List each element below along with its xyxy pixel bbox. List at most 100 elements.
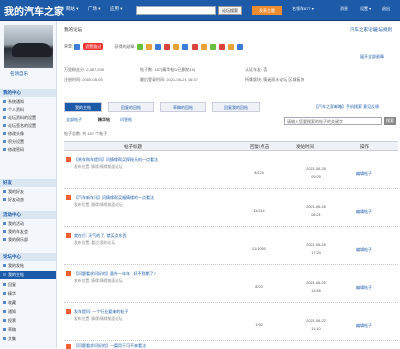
post-forum[interactable]: 发布位置: 情缘/情缘前面论坛 [74, 203, 123, 208]
post-search-button[interactable]: 搜索 [384, 117, 396, 125]
sidebar-item[interactable]: 我的活动 [3, 221, 24, 227]
all-medals-link[interactable]: 展开全部勋章 [360, 54, 384, 60]
post-title-link[interactable]: 【问题看求问好的】一篇用于可不来看法 [74, 343, 146, 349]
group-icon [3, 230, 6, 234]
sidebar-item-active[interactable]: 我的主帖 [0, 271, 56, 279]
post-forum[interactable]: 发布位置: 情缘/情缘前面论坛 [74, 279, 123, 284]
filter-qa[interactable]: 问答帖 [120, 117, 132, 123]
top-bar: 我的汽车之家 网站 ▾ 广场 ▾ 应用 ▾ 论坛搜索 发表主题 名领车677 ▾… [0, 0, 400, 21]
medal-icon[interactable] [218, 43, 225, 50]
forum-rules-link[interactable]: 论坛规则 [374, 27, 392, 33]
car-image [12, 43, 52, 57]
post-forum[interactable]: 发布位置: 看过/我的论坛 [74, 241, 115, 246]
medal-icon[interactable] [155, 43, 161, 50]
mailbox-feedback-links[interactable]: 【汽车之家邮箱】手机搜索 意见反馈 [314, 104, 379, 110]
nav-site[interactable]: 网站 ▾ [66, 6, 79, 12]
medal-icon[interactable] [145, 43, 152, 50]
bookmark-icon [3, 301, 6, 305]
forum-home-link[interactable]: 汽车之家论坛 [350, 27, 377, 33]
medal-icon[interactable] [228, 43, 234, 50]
medal-icon[interactable] [164, 43, 171, 50]
tab-my-posts[interactable]: 我的主帖 [64, 102, 102, 112]
sidebar-username[interactable]: 名领自乐 [10, 71, 28, 77]
filter-all[interactable]: 全部帖子 [66, 117, 82, 123]
medal-badge[interactable]: 武警路过 [83, 43, 104, 50]
info-row-1c: 认证车友: 否 [245, 67, 268, 72]
post-count: 帖子总数: 共 187 个帖子 [64, 131, 108, 136]
sidebar-item[interactable]: 投票 [3, 318, 16, 324]
sidebar-item[interactable]: 系统通知 [3, 99, 24, 105]
medal-icon[interactable] [200, 43, 207, 50]
medal-icon[interactable] [237, 43, 244, 50]
sidebar-item[interactable]: 草稿 [3, 327, 16, 333]
tab-drafts[interactable]: 草稿的回帖 [160, 102, 206, 112]
medal-icon[interactable] [191, 43, 198, 50]
sidebar-item[interactable]: 回复 [3, 282, 16, 288]
settings-menu[interactable]: 设置 ▾ [360, 6, 371, 12]
sidebar-item[interactable]: 我的好友 [3, 189, 24, 195]
user-menu[interactable]: 名领车677 ▾ [292, 6, 314, 12]
logout-link[interactable]: 退出 [382, 6, 390, 12]
sidebar-section-friends: 好友 [0, 179, 56, 187]
book-icon [3, 337, 6, 341]
medal-icon[interactable] [209, 43, 216, 50]
sidebar-item[interactable]: 文集 [3, 336, 16, 342]
sidebar-item[interactable]: 个人资料 [3, 107, 24, 113]
sidebar-item[interactable]: 论坛签名的设置 [3, 123, 36, 129]
medal-icon[interactable] [182, 43, 189, 50]
edit-post-button[interactable]: 编辑帖子 [356, 323, 372, 329]
post-title-link[interactable]: 发车提问: 一个行业要来的帖子 [74, 309, 128, 315]
sidebar-item[interactable]: 通知 [3, 309, 16, 315]
sidebar-item[interactable]: 我的俱乐部 [3, 237, 28, 243]
post-forum[interactable]: 发布位置: 情缘/情缘前面论坛 [74, 317, 123, 322]
info-row-2c: 所属版块: 情迷丽水论坛 区域板块 [245, 77, 305, 82]
edit-post-button[interactable]: 编辑帖子 [356, 285, 372, 291]
post-icon [66, 271, 71, 276]
post-title-link[interactable]: 【汽车新车讯】问情缘帮买福情缘的一点看法 [74, 195, 154, 201]
table-row: 【汽车新车讯】问情缘帮买福情缘的一点看法 发布位置: 情缘/情缘前面论坛 11/… [64, 189, 398, 227]
bell-icon [3, 310, 6, 314]
post-icon [3, 273, 6, 277]
post-icon [66, 233, 71, 238]
post-search-input[interactable]: 请输入您要搜索的帖子的关键字 [284, 117, 382, 125]
medal-icon[interactable] [136, 43, 143, 50]
edit-post-button[interactable]: 编辑帖子 [356, 171, 372, 177]
sidebar-item[interactable]: 我的车友会 [3, 229, 28, 235]
post-forum[interactable]: 发布位置: 情缘/情缘前面论坛 [74, 165, 123, 170]
feed-icon [3, 198, 6, 202]
edit-post-button[interactable]: 编辑帖子 [356, 247, 372, 253]
header-search-input[interactable] [136, 6, 216, 15]
sidebar: 名领自乐 我的中心 系统通知 个人资料 论坛资料的设置 论坛签名的设置 修改头像… [0, 21, 57, 348]
post-title-link[interactable]: 【贵车购车提问】问情缘帮买探秘天的一点看法 [74, 157, 158, 163]
tab-replies[interactable]: 回复的回帖 [108, 102, 154, 112]
vote-icon [3, 319, 6, 323]
messages-link[interactable]: 消息 [340, 6, 348, 12]
sidebar-item[interactable]: 我的发帖 [3, 263, 24, 269]
lock-icon [3, 148, 6, 152]
site-logo[interactable]: 我的汽车之家 [4, 3, 64, 18]
sidebar-item[interactable]: 修改密码 [3, 147, 24, 153]
avatar[interactable] [4, 25, 53, 68]
sidebar-item[interactable]: 收藏 [3, 300, 16, 306]
post-topic-button[interactable]: 发表主题 [252, 6, 282, 15]
nav-square[interactable]: 广场 ▾ [88, 6, 101, 12]
nav-apps[interactable]: 应用 ▾ [110, 6, 123, 12]
sidebar-item[interactable]: 好友动态 [3, 197, 24, 203]
sidebar-item[interactable]: 修改头像 [3, 131, 24, 137]
post-title-link[interactable]: 【问题看求问好的】意外一年年 · 好不到期了? [74, 271, 156, 277]
post-icon [66, 157, 71, 162]
sidebar-item[interactable]: 积分设置 [3, 139, 24, 145]
tab-replies-to-me[interactable]: 回复我的回帖 [212, 102, 260, 112]
sidebar-item[interactable]: 精华 [3, 291, 16, 297]
medal-icon[interactable] [173, 43, 180, 50]
user-icon [3, 108, 6, 112]
forum-search-button[interactable]: 论坛搜索 [218, 6, 242, 15]
club-icon [3, 238, 6, 242]
post-title-link[interactable]: 就在打: 天气的了, 就买点东西 [74, 233, 126, 239]
image-icon [3, 132, 6, 136]
filter-featured[interactable]: 精华帖 [98, 117, 110, 123]
table-row: 发车提问: 一个行业要来的帖子 发布位置: 情缘/情缘前面论坛 1/90 202… [64, 303, 398, 341]
settings-icon [3, 116, 6, 120]
edit-post-button[interactable]: 编辑帖子 [356, 209, 372, 215]
sidebar-item[interactable]: 论坛资料的设置 [3, 115, 36, 121]
